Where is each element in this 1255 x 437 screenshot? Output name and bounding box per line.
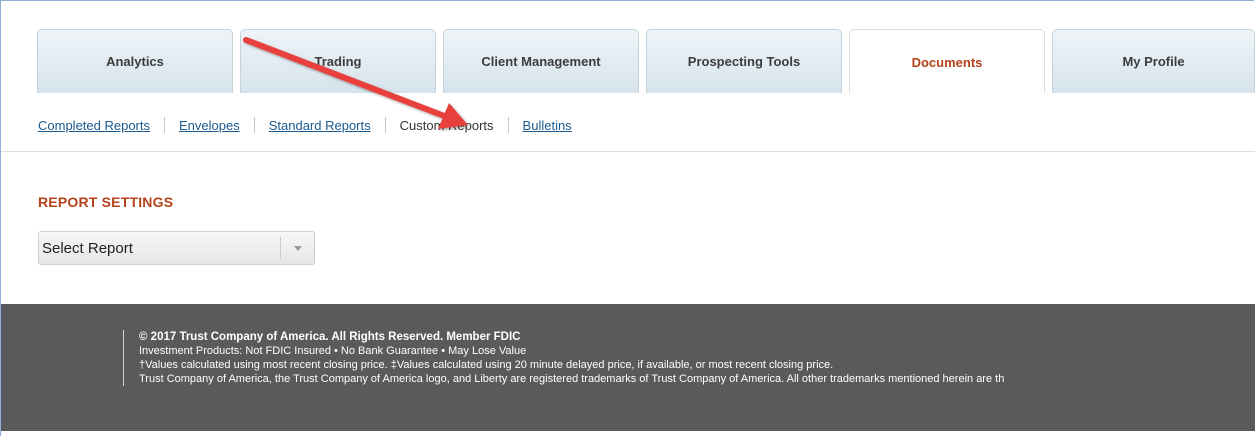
footer-values-note: †Values calculated using most recent clo…	[139, 359, 834, 371]
tab-client-management[interactable]: Client Management	[443, 29, 639, 93]
section-title: REPORT SETTINGS	[38, 194, 174, 210]
report-settings-panel: REPORT SETTINGS Select Report	[1, 152, 1255, 304]
tab-label: My Profile	[1122, 54, 1185, 69]
divider	[164, 117, 165, 133]
tab-prospecting-tools[interactable]: Prospecting Tools	[646, 29, 842, 93]
subnav-custom-reports[interactable]: Custom Reports	[400, 118, 494, 133]
tab-my-profile[interactable]: My Profile	[1052, 29, 1255, 93]
subnav-completed-reports[interactable]: Completed Reports	[38, 118, 150, 133]
main-tab-bar: Analytics Trading Client Management Pros…	[1, 1, 1255, 94]
tab-label: Prospecting Tools	[687, 54, 801, 69]
chevron-down-icon[interactable]	[294, 246, 302, 251]
tab-label: Documents	[911, 54, 983, 70]
divider	[507, 117, 509, 133]
tab-documents[interactable]: Documents	[849, 29, 1045, 94]
footer-copyright: © 2017 Trust Company of America. All Rig…	[139, 331, 521, 343]
tab-label: Analytics	[106, 54, 164, 69]
subnav-envelopes[interactable]: Envelopes	[179, 118, 240, 133]
subnav-bulletins[interactable]: Bulletins	[523, 118, 572, 133]
divider	[253, 117, 255, 133]
divider	[384, 117, 386, 133]
footer-legal-text: © 2017 Trust Company of America. All Rig…	[123, 330, 1004, 386]
sub-navigation: Completed Reports Envelopes Standard Rep…	[1, 93, 1255, 152]
footer-disclosure: Investment Products: Not FDIC Insured • …	[139, 345, 527, 357]
footer: © 2017 Trust Company of America. All Rig…	[1, 304, 1255, 431]
subnav-standard-reports[interactable]: Standard Reports	[269, 118, 371, 133]
footer-trademarks: Trust Company of America, the Trust Comp…	[139, 373, 1005, 385]
tab-label: Client Management	[481, 54, 601, 69]
tab-analytics[interactable]: Analytics	[37, 29, 233, 93]
select-value: Select Report	[42, 240, 133, 257]
dropdown-divider	[280, 237, 281, 259]
select-report-dropdown[interactable]: Select Report	[38, 231, 315, 265]
sub-nav-links: Completed Reports Envelopes Standard Rep…	[38, 117, 572, 133]
bottom-strip	[1, 431, 1255, 437]
tab-trading[interactable]: Trading	[240, 29, 436, 93]
tab-label: Trading	[314, 54, 362, 69]
